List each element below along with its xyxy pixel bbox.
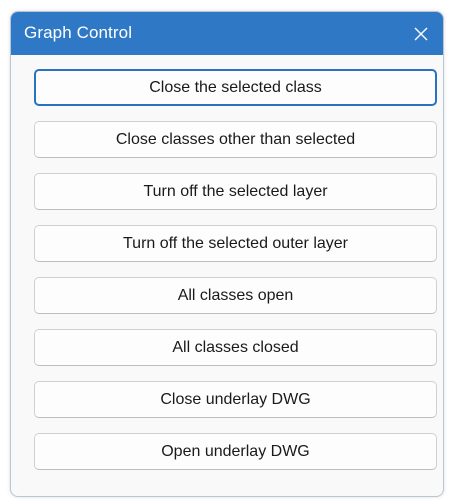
close-underlay-dwg-button[interactable]: Close underlay DWG: [34, 381, 437, 418]
close-x-icon: [414, 27, 428, 40]
dialog-title: Graph Control: [24, 23, 133, 42]
graph-control-dialog: Graph Control Close the selected class C…: [10, 11, 444, 497]
title-bar: Graph Control: [11, 12, 443, 55]
close-button[interactable]: [399, 12, 443, 55]
close-selected-class-button[interactable]: Close the selected class: [34, 69, 437, 106]
all-classes-closed-button[interactable]: All classes closed: [34, 329, 437, 366]
open-underlay-dwg-button[interactable]: Open underlay DWG: [34, 433, 437, 470]
turn-off-selected-layer-button[interactable]: Turn off the selected layer: [34, 173, 437, 210]
all-classes-open-button[interactable]: All classes open: [34, 277, 437, 314]
close-other-classes-button[interactable]: Close classes other than selected: [34, 121, 437, 158]
turn-off-selected-outer-layer-button[interactable]: Turn off the selected outer layer: [34, 225, 437, 262]
